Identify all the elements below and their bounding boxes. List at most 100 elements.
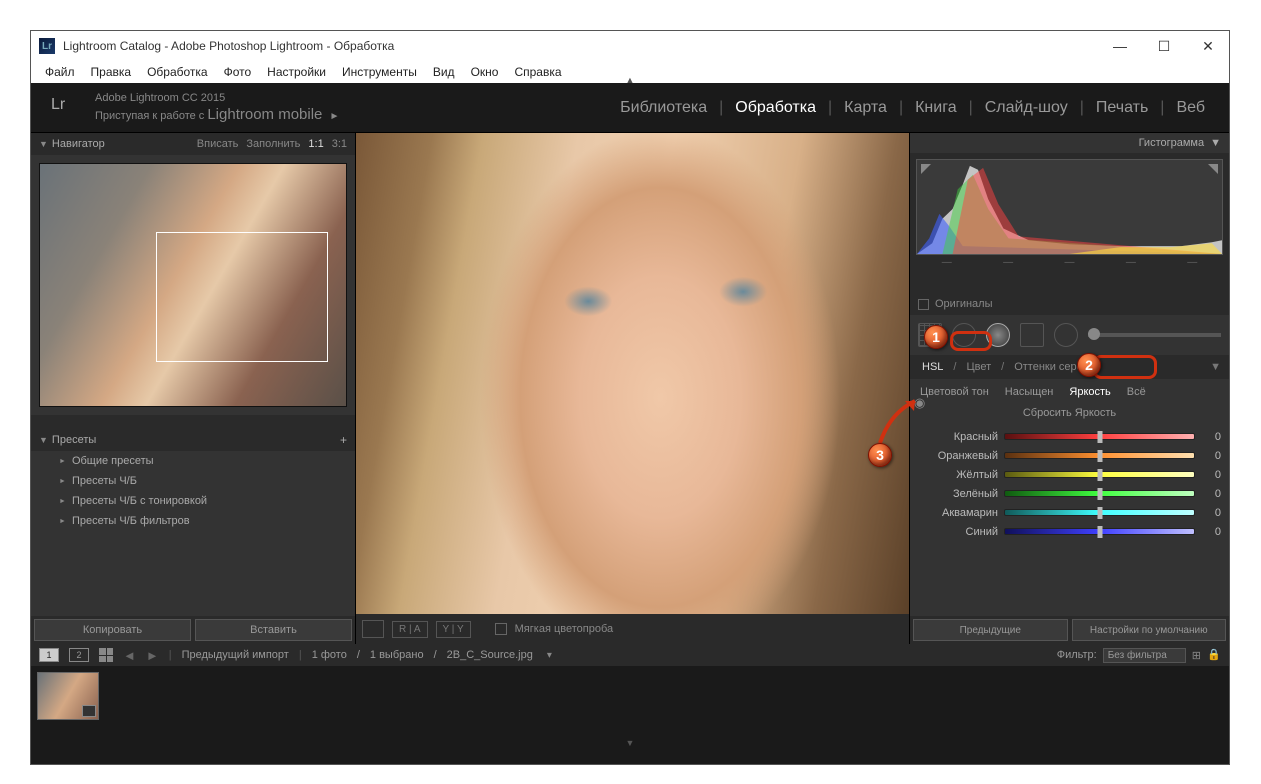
menu-Фото[interactable]: Фото: [218, 63, 258, 81]
module-Книга[interactable]: Книга: [911, 97, 960, 119]
copy-button[interactable]: Копировать: [34, 619, 191, 641]
slider-value[interactable]: 0: [1201, 507, 1221, 519]
lightroom-logo: Lr: [51, 96, 81, 120]
tool-size-slider[interactable]: [1088, 333, 1221, 337]
menu-Инструменты[interactable]: Инструменты: [336, 63, 423, 81]
slider-track[interactable]: [1004, 452, 1195, 459]
center-panel: R | A Y | Y Мягкая цветопроба: [356, 133, 909, 644]
navigator-crop-box[interactable]: [156, 232, 327, 363]
slider-track[interactable]: [1004, 471, 1195, 478]
grid-view-icon[interactable]: [99, 648, 113, 662]
main-window-icon[interactable]: 1: [39, 648, 59, 662]
left-buttons: Копировать Вставить: [31, 616, 355, 644]
hsl-tab-Цвет[interactable]: Цвет: [962, 359, 995, 375]
slider-label: Оранжевый: [918, 450, 998, 462]
module-Библиотека[interactable]: Библиотека: [616, 97, 711, 119]
slider-value[interactable]: 0: [1201, 431, 1221, 443]
filename-chevron-icon[interactable]: ▾: [547, 650, 552, 661]
module-Печать[interactable]: Печать: [1092, 97, 1152, 119]
collapse-icon[interactable]: ▼: [1210, 361, 1221, 373]
slider-value[interactable]: 0: [1201, 526, 1221, 538]
histogram-header[interactable]: Гистограмма ▼: [910, 133, 1229, 153]
menu-Обработка[interactable]: Обработка: [141, 63, 214, 81]
subtab-Насыщен[interactable]: Насыщен: [999, 383, 1060, 401]
compare-before-after-button[interactable]: R | A: [392, 621, 428, 638]
presets-header[interactable]: ▼ Пресеты +: [31, 429, 355, 451]
slider-thumb[interactable]: [1097, 450, 1102, 462]
slider-thumb[interactable]: [1097, 431, 1102, 443]
nav-zoom-Вписать[interactable]: Вписать: [197, 138, 239, 150]
nav-zoom-3:1[interactable]: 3:1: [332, 138, 347, 150]
defaults-button[interactable]: Настройки по умолчанию: [1072, 619, 1227, 641]
subtab-Всё[interactable]: Всё: [1121, 383, 1152, 401]
grad-filter-tool[interactable]: [1020, 323, 1044, 347]
compare-yy-button[interactable]: Y | Y: [436, 621, 471, 638]
slider-track[interactable]: [1004, 490, 1195, 497]
callout-2: 2: [1077, 353, 1101, 377]
slider-value[interactable]: 0: [1201, 488, 1221, 500]
thumbnail[interactable]: [37, 672, 99, 720]
slider-label: Зелёный: [918, 488, 998, 500]
image-canvas[interactable]: [356, 133, 909, 614]
shadow-clip-icon[interactable]: [921, 164, 931, 174]
module-Карта[interactable]: Карта: [840, 97, 891, 119]
collapse-icon: ▼: [1210, 137, 1221, 149]
radial-filter-tool[interactable]: [1054, 323, 1078, 347]
originals-checkbox[interactable]: [918, 299, 929, 310]
current-filename[interactable]: 2B_C_Source.jpg: [447, 649, 533, 661]
softproof-checkbox[interactable]: [495, 623, 507, 635]
menu-Правка[interactable]: Правка: [85, 63, 138, 81]
slider-track[interactable]: [1004, 509, 1195, 516]
view-mode-loupe[interactable]: [362, 620, 384, 638]
reset-luminance[interactable]: Сбросить Яркость: [910, 405, 1229, 425]
navigator-header[interactable]: ▼ Навигатор ВписатьЗаполнить1:13:1: [31, 133, 355, 155]
subtab-Яркость[interactable]: Яркость: [1063, 383, 1116, 401]
nav-back-icon[interactable]: ◄: [123, 648, 136, 663]
hsl-tab-HSL[interactable]: HSL: [918, 359, 947, 375]
menu-Файл[interactable]: Файл: [39, 63, 81, 81]
brand-chevron-icon[interactable]: ►: [329, 111, 339, 122]
menu-Справка[interactable]: Справка: [508, 63, 567, 81]
nav-zoom-1:1[interactable]: 1:1: [308, 138, 323, 150]
minimize-button[interactable]: —: [1107, 36, 1133, 56]
preset-folder[interactable]: Пресеты Ч/Б с тонировкой: [31, 491, 355, 511]
selected-count: 1 выбрано: [370, 649, 424, 661]
highlight-clip-icon[interactable]: [1208, 164, 1218, 174]
collapse-top-icon[interactable]: ▲: [626, 75, 635, 85]
originals-row[interactable]: Оригиналы: [910, 293, 1229, 315]
brand-line2: Приступая к работе с Lightroom mobile ►: [95, 105, 339, 125]
slider-value[interactable]: 0: [1201, 450, 1221, 462]
preset-folder[interactable]: Пресеты Ч/Б: [31, 471, 355, 491]
second-window-icon[interactable]: 2: [69, 648, 89, 662]
menu-Окно[interactable]: Окно: [465, 63, 505, 81]
filter-lock-icon[interactable]: 🔒: [1207, 648, 1221, 662]
slider-thumb[interactable]: [1097, 469, 1102, 481]
preset-folder[interactable]: Общие пресеты: [31, 451, 355, 471]
module-Обработка[interactable]: Обработка: [731, 97, 820, 119]
filter-switch-icon[interactable]: ⊞: [1192, 649, 1201, 662]
preset-folder[interactable]: Пресеты Ч/Б фильтров: [31, 511, 355, 531]
slider-value[interactable]: 0: [1201, 469, 1221, 481]
slider-thumb[interactable]: [1097, 488, 1102, 500]
previous-button[interactable]: Предыдущие: [913, 619, 1068, 641]
menu-Настройки[interactable]: Настройки: [261, 63, 332, 81]
add-preset-icon[interactable]: +: [340, 433, 347, 447]
navigator-preview[interactable]: [31, 155, 355, 415]
source-label[interactable]: Предыдущий импорт: [182, 649, 289, 661]
slider-track[interactable]: [1004, 528, 1195, 535]
close-button[interactable]: ✕: [1195, 36, 1221, 56]
collapse-bottom-icon[interactable]: ▼: [31, 738, 1229, 748]
filter-select[interactable]: Без фильтра: [1103, 648, 1186, 663]
paste-button[interactable]: Вставить: [195, 619, 352, 641]
nav-zoom-Заполнить[interactable]: Заполнить: [246, 138, 300, 150]
slider-thumb[interactable]: [1097, 526, 1102, 538]
maximize-button[interactable]: ☐: [1151, 36, 1177, 56]
module-Веб[interactable]: Веб: [1172, 97, 1209, 119]
slider-thumb[interactable]: [1097, 507, 1102, 519]
nav-fwd-icon[interactable]: ►: [146, 648, 159, 663]
module-Слайд-шоу[interactable]: Слайд-шоу: [981, 97, 1072, 119]
slider-track[interactable]: [1004, 433, 1195, 440]
callout-box-2: [1093, 355, 1157, 379]
histogram-graph[interactable]: [916, 159, 1223, 255]
menu-Вид[interactable]: Вид: [427, 63, 461, 81]
